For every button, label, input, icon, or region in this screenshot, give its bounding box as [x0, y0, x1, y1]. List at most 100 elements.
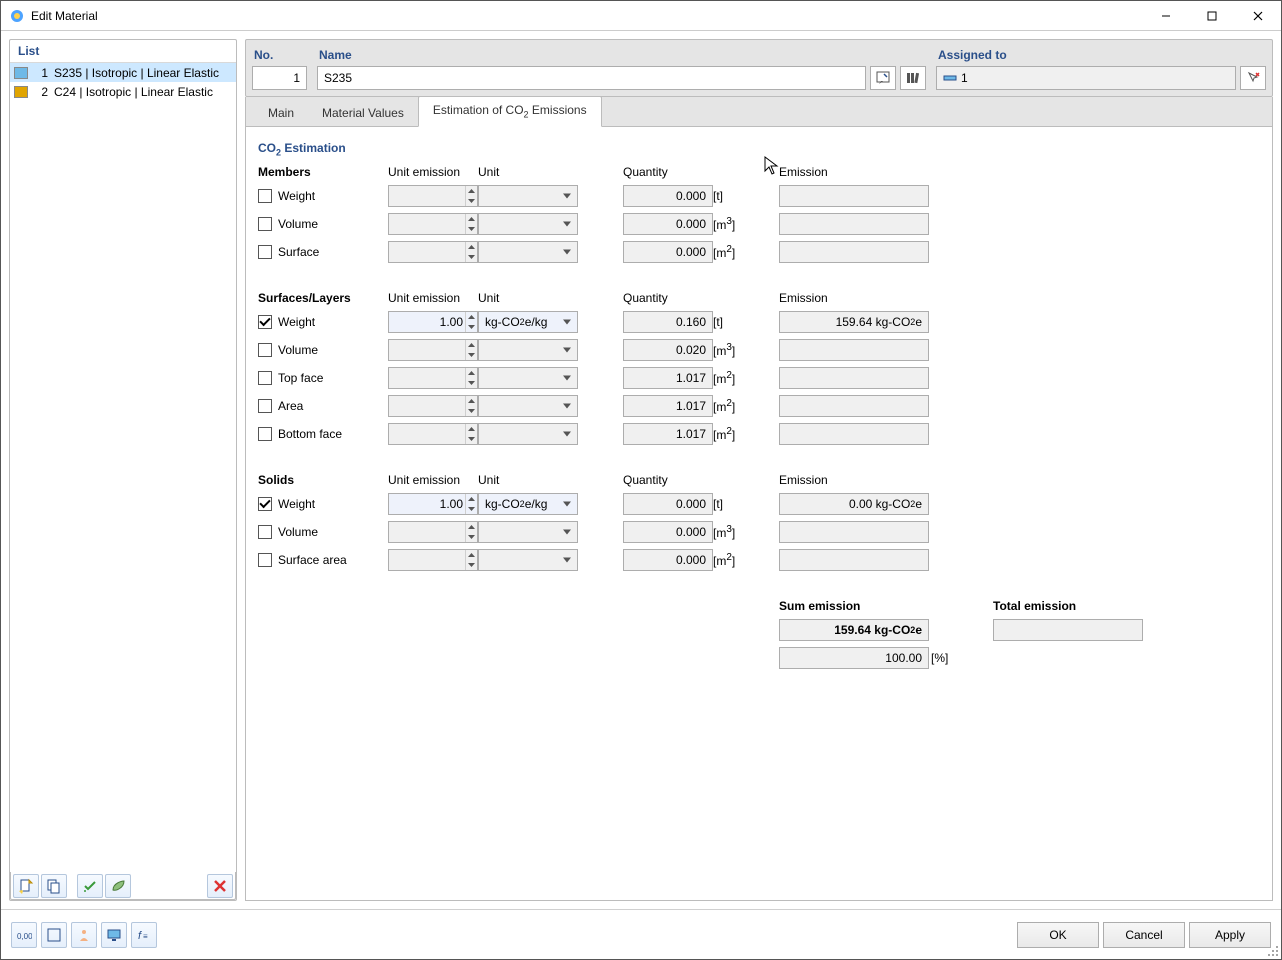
- spin-so-surfacearea-ue[interactable]: [388, 549, 478, 571]
- chk-sl-area[interactable]: Area: [258, 399, 388, 413]
- spin-so-volume-ue[interactable]: [388, 521, 478, 543]
- group-members: Members: [258, 165, 388, 179]
- spin-members-weight-ue[interactable]: [388, 185, 478, 207]
- so-volume-qty: 0.000: [623, 521, 713, 543]
- sl-bottomface-qty: 1.017: [623, 423, 713, 445]
- sl-area-qty: 1.017: [623, 395, 713, 417]
- spin-sl-topface-ue[interactable]: [388, 367, 478, 389]
- combo-so-weight-unit[interactable]: kg-CO2e/kg: [478, 493, 578, 515]
- sl-weight-qty-unit: [t]: [713, 315, 743, 329]
- resize-grip-icon[interactable]: [1267, 945, 1279, 957]
- spin-sl-volume-ue[interactable]: [388, 339, 478, 361]
- combo-sl-area-unit[interactable]: [478, 395, 578, 417]
- spin-so-weight-ue[interactable]: 1.00: [388, 493, 478, 515]
- maximize-button[interactable]: [1189, 1, 1235, 31]
- bottombar: 0,00 f≡ OK Cancel Apply: [1, 909, 1281, 959]
- no-label: No.: [252, 46, 307, 66]
- sl-volume-qty: 0.020: [623, 339, 713, 361]
- sl-weight-qty: 0.160: [623, 311, 713, 333]
- display-tool-icon[interactable]: [101, 922, 127, 948]
- list-item[interactable]: 1 S235 | Isotropic | Linear Elastic: [10, 63, 236, 82]
- list-header: List: [10, 40, 236, 63]
- select-in-model-icon[interactable]: [1240, 66, 1266, 90]
- so-weight-qty: 0.000: [623, 493, 713, 515]
- calc-tool-icon[interactable]: [41, 922, 67, 948]
- apply-button[interactable]: Apply: [1189, 922, 1271, 948]
- new-icon[interactable]: [13, 874, 39, 898]
- chk-sl-volume[interactable]: Volume: [258, 343, 388, 357]
- members-weight-qty-unit: [t]: [713, 189, 743, 203]
- ok-button[interactable]: OK: [1017, 922, 1099, 948]
- no-input[interactable]: 1: [252, 66, 307, 90]
- spin-sl-weight-ue[interactable]: 1.00: [388, 311, 478, 333]
- sum-emission-label: Sum emission: [779, 599, 929, 613]
- delete-icon[interactable]: [207, 874, 233, 898]
- sl-volume-qty-unit: [m3]: [713, 342, 743, 358]
- library-icon[interactable]: [900, 66, 926, 90]
- edit-comment-icon[interactable]: [870, 66, 896, 90]
- combo-sl-bottomface-unit[interactable]: [478, 423, 578, 445]
- chk-members-weight[interactable]: Weight: [258, 189, 388, 203]
- cancel-button[interactable]: Cancel: [1103, 922, 1185, 948]
- list-item[interactable]: 2 C24 | Isotropic | Linear Elastic: [10, 82, 236, 101]
- combo-members-weight-unit[interactable]: [478, 185, 578, 207]
- sl-volume-emis: [779, 339, 929, 361]
- chk-so-volume[interactable]: Volume: [258, 525, 388, 539]
- combo-so-volume-unit[interactable]: [478, 521, 578, 543]
- spin-members-surface-ue[interactable]: [388, 241, 478, 263]
- chk-sl-topface[interactable]: Top face: [258, 371, 388, 385]
- name-input[interactable]: S235: [317, 66, 866, 90]
- chk-sl-weight[interactable]: Weight: [258, 315, 388, 329]
- spin-members-volume-ue[interactable]: [388, 213, 478, 235]
- so-weight-emis: 0.00 kg-CO2e: [779, 493, 929, 515]
- list-toolbar: [10, 872, 236, 900]
- svg-text:f: f: [138, 930, 142, 942]
- units-tool-icon[interactable]: 0,00: [11, 922, 37, 948]
- total-emission-value: [993, 619, 1143, 641]
- assigned-input[interactable]: 1: [936, 66, 1236, 90]
- function-tool-icon[interactable]: f≡: [131, 922, 157, 948]
- tab-co2-emissions[interactable]: Estimation of CO2 Emissions: [418, 96, 602, 127]
- spin-sl-area-ue[interactable]: [388, 395, 478, 417]
- hdr-quantity: Quantity: [623, 165, 713, 179]
- copy-icon[interactable]: [41, 874, 67, 898]
- combo-so-surfacearea-unit[interactable]: [478, 549, 578, 571]
- members-weight-emis: [779, 185, 929, 207]
- combo-members-surface-unit[interactable]: [478, 241, 578, 263]
- so-surfacearea-qty: 0.000: [623, 549, 713, 571]
- group-surfaces-layers: Surfaces/Layers: [258, 291, 388, 305]
- window-title: Edit Material: [31, 9, 1143, 23]
- tab-main[interactable]: Main: [254, 100, 308, 127]
- titlebar: Edit Material: [1, 1, 1281, 31]
- combo-sl-topface-unit[interactable]: [478, 367, 578, 389]
- check-green-icon[interactable]: [77, 874, 103, 898]
- chk-sl-bottomface[interactable]: Bottom face: [258, 427, 388, 441]
- combo-sl-volume-unit[interactable]: [478, 339, 578, 361]
- combo-members-volume-unit[interactable]: [478, 213, 578, 235]
- minimize-button[interactable]: [1143, 1, 1189, 31]
- close-button[interactable]: [1235, 1, 1281, 31]
- sum-percent-value: 100.00: [779, 647, 929, 669]
- materials-list-panel: List 1 S235 | Isotropic | Linear Elastic…: [9, 39, 237, 901]
- spin-sl-bottomface-ue[interactable]: [388, 423, 478, 445]
- assigned-label: Assigned to: [936, 46, 1266, 66]
- tab-material-values[interactable]: Material Values: [308, 100, 418, 127]
- chk-so-weight[interactable]: Weight: [258, 497, 388, 511]
- combo-sl-weight-unit[interactable]: kg-CO2e/kg: [478, 311, 578, 333]
- list-item-label: S235 | Isotropic | Linear Elastic: [54, 66, 232, 80]
- members-volume-qty-unit: [m3]: [713, 216, 743, 232]
- chk-so-surfacearea[interactable]: Surface area: [258, 553, 388, 567]
- header-band: No. 1 Name S235 Assigned to 1: [245, 39, 1273, 97]
- svg-text:≡: ≡: [143, 932, 148, 941]
- chk-members-surface[interactable]: Surface: [258, 245, 388, 259]
- person-tool-icon[interactable]: [71, 922, 97, 948]
- leaf-icon[interactable]: [105, 874, 131, 898]
- so-weight-qty-unit: [t]: [713, 497, 743, 511]
- hdr-unit-emission: Unit emission: [388, 165, 478, 179]
- form-area: CO2 Estimation Members Unit emission Uni…: [245, 127, 1273, 901]
- list-item-label: C24 | Isotropic | Linear Elastic: [54, 85, 232, 99]
- app-icon: [9, 8, 25, 24]
- chk-members-volume[interactable]: Volume: [258, 217, 388, 231]
- total-emission-label: Total emission: [993, 599, 1143, 613]
- sl-area-emis: [779, 395, 929, 417]
